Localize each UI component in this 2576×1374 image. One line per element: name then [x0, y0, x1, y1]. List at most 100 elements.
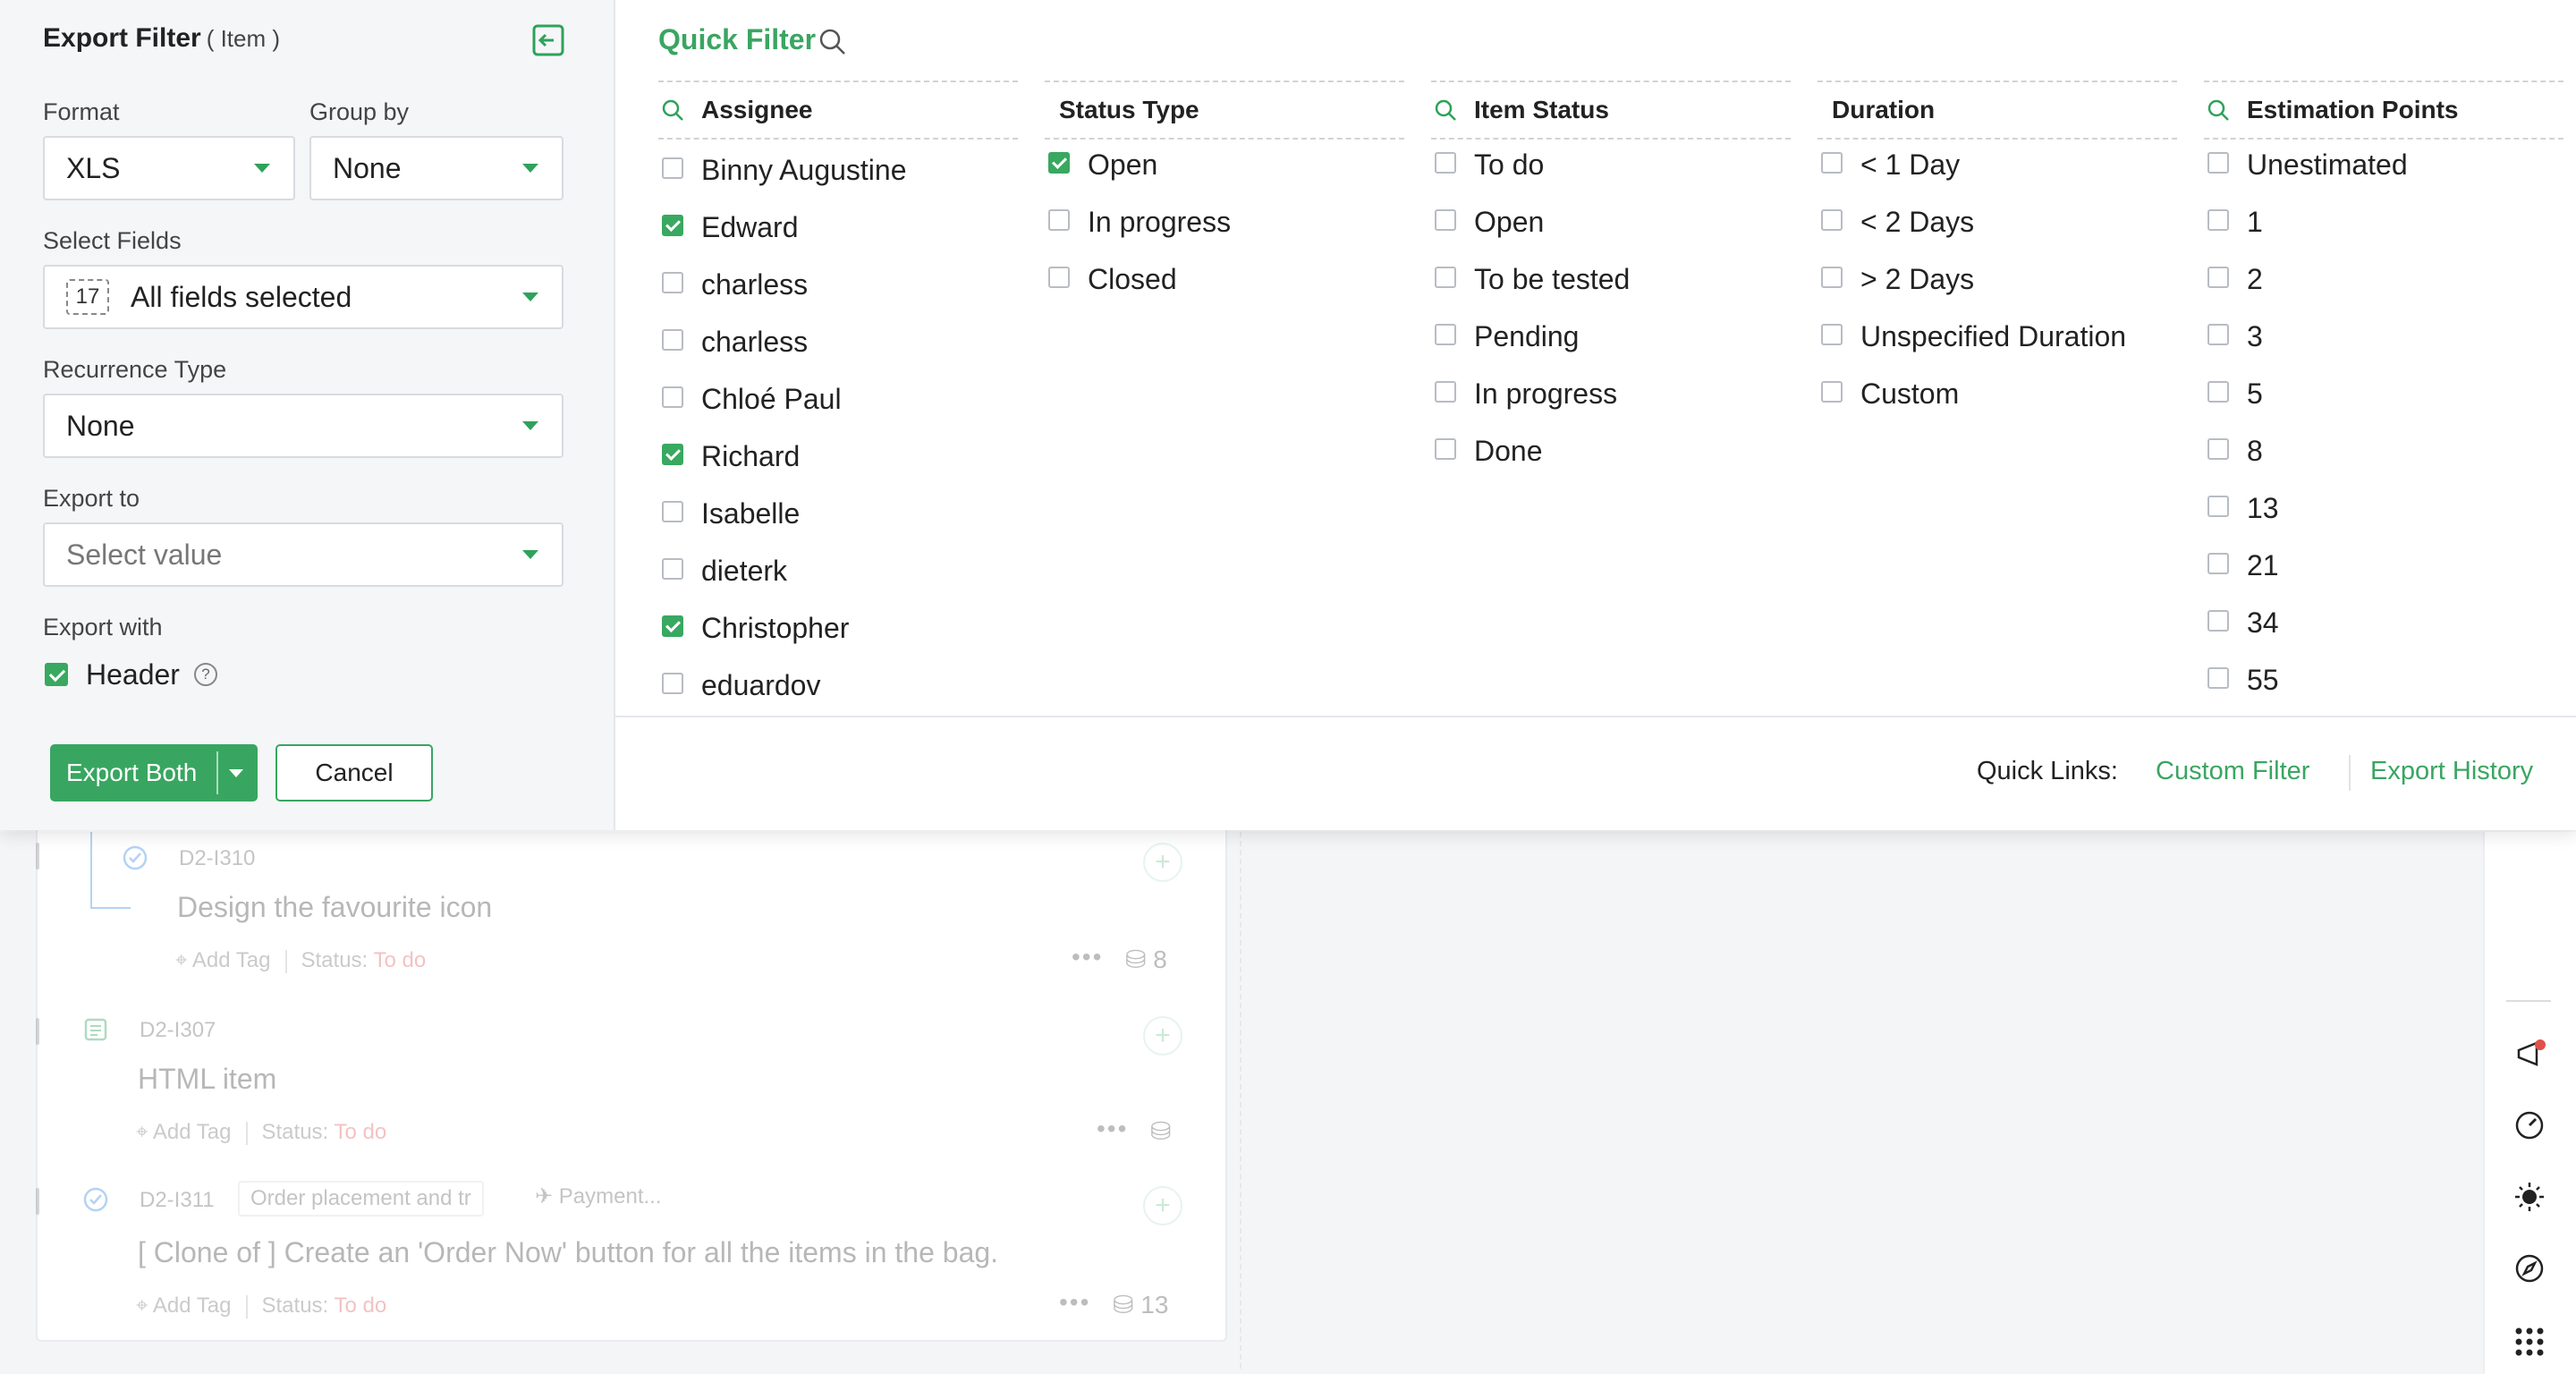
filter-option-checkbox[interactable]	[1821, 152, 1843, 174]
item-drag-handle[interactable]	[36, 1188, 39, 1215]
apps-grid-icon[interactable]	[2512, 1324, 2547, 1360]
status-value[interactable]: To do	[373, 948, 426, 972]
filter-option-checkbox[interactable]	[1435, 324, 1456, 345]
speed-icon[interactable]	[2512, 1107, 2547, 1143]
item-title[interactable]: HTML item	[138, 1063, 276, 1096]
filter-option[interactable]: To do	[1431, 147, 1791, 204]
select-fields-select[interactable]: 17 All fields selected	[43, 265, 564, 329]
filter-option[interactable]: 2	[2204, 261, 2563, 318]
filter-option-checkbox[interactable]	[2207, 267, 2229, 288]
filter-option-checkbox[interactable]	[1821, 324, 1843, 345]
filter-option-checkbox[interactable]	[2207, 324, 2229, 345]
more-options-icon[interactable]: •••	[1097, 1115, 1128, 1143]
header-option[interactable]: Header?	[45, 658, 217, 691]
recurrence-type-select[interactable]: None	[43, 394, 564, 458]
announcement-icon[interactable]	[2512, 1036, 2547, 1072]
filter-option[interactable]: Edward	[658, 209, 1018, 267]
filter-option[interactable]: Closed	[1045, 261, 1404, 318]
filter-option[interactable]: 8	[2204, 433, 2563, 490]
custom-filter-link[interactable]: Custom Filter	[2156, 757, 2309, 786]
more-options-icon[interactable]: •••	[1072, 943, 1103, 971]
filter-option[interactable]: Christopher	[658, 610, 1018, 667]
filter-option-checkbox[interactable]	[1048, 209, 1070, 231]
filter-option[interactable]: Unestimated	[2204, 147, 2563, 204]
filter-option[interactable]: Unspecified Duration	[1818, 318, 2177, 376]
filter-option-checkbox[interactable]	[1435, 209, 1456, 231]
item-title[interactable]: Design the favourite icon	[177, 891, 492, 924]
filter-option-checkbox[interactable]	[1821, 209, 1843, 231]
filter-option-checkbox[interactable]	[2207, 209, 2229, 231]
filter-option-checkbox[interactable]	[2207, 381, 2229, 403]
list-item[interactable]: D2-I311 Order placement and tr ✈ Payment…	[36, 1174, 1227, 1344]
filter-option[interactable]: eduardov	[658, 667, 1018, 714]
filter-option[interactable]: To be tested	[1431, 261, 1791, 318]
status-value[interactable]: To do	[334, 1120, 386, 1144]
filter-option-checkbox[interactable]	[2207, 553, 2229, 574]
column-search-icon[interactable]	[660, 98, 685, 123]
cancel-button[interactable]: Cancel	[275, 744, 433, 802]
filter-option-checkbox[interactable]	[1048, 152, 1070, 174]
filter-option[interactable]: Richard	[658, 438, 1018, 496]
filter-option[interactable]: In progress	[1431, 376, 1791, 433]
add-tag-link[interactable]: Add Tag	[153, 1120, 232, 1144]
filter-option[interactable]: charless	[658, 267, 1018, 324]
filter-option-checkbox[interactable]	[1821, 381, 1843, 403]
export-both-button[interactable]: Export Both	[50, 744, 258, 802]
export-to-select[interactable]: Select value	[43, 522, 564, 587]
filter-option[interactable]: < 2 Days	[1818, 204, 2177, 261]
filter-option-checkbox[interactable]	[662, 501, 683, 522]
add-subitem-button[interactable]: +	[1143, 843, 1182, 882]
filter-option[interactable]: < 1 Day	[1818, 147, 2177, 204]
group-by-select[interactable]: None	[309, 136, 564, 200]
add-subitem-button[interactable]: +	[1143, 1016, 1182, 1056]
filter-option-checkbox[interactable]	[1435, 152, 1456, 174]
filter-option-checkbox[interactable]	[1435, 381, 1456, 403]
filter-option-checkbox[interactable]	[2207, 667, 2229, 689]
filter-option[interactable]: Pending	[1431, 318, 1791, 376]
filter-option[interactable]: Open	[1045, 147, 1404, 204]
filter-option-checkbox[interactable]	[1048, 267, 1070, 288]
filter-option-checkbox[interactable]	[662, 272, 683, 293]
filter-option-checkbox[interactable]	[662, 329, 683, 351]
item-drag-handle[interactable]	[36, 843, 39, 869]
filter-option[interactable]: 5	[2204, 376, 2563, 433]
filter-option-checkbox[interactable]	[662, 673, 683, 694]
column-search-icon[interactable]	[2206, 98, 2231, 123]
add-subitem-button[interactable]: +	[1143, 1186, 1182, 1226]
item-title[interactable]: [ Clone of ] Create an 'Order Now' butto…	[138, 1236, 998, 1269]
list-item[interactable]: D2-I307 HTML item ⌖ Add Tag Status: To do…	[36, 1004, 1227, 1174]
filter-option[interactable]: 13	[2204, 490, 2563, 547]
add-tag-link[interactable]: Add Tag	[153, 1293, 232, 1318]
filter-option-checkbox[interactable]	[662, 215, 683, 236]
filter-option[interactable]: Binny Augustine	[658, 152, 1018, 209]
list-item[interactable]: D2-I310 Design the favourite icon ⌖ Add …	[36, 832, 1227, 1002]
format-select[interactable]: XLS	[43, 136, 295, 200]
epic-chip[interactable]: Order placement and tr	[238, 1181, 484, 1217]
filter-option-checkbox[interactable]	[1435, 438, 1456, 460]
header-checkbox[interactable]	[45, 662, 68, 686]
filter-option-checkbox[interactable]	[662, 444, 683, 465]
add-tag-link[interactable]: Add Tag	[192, 948, 271, 972]
filter-option[interactable]: dieterk	[658, 553, 1018, 610]
feature-chip[interactable]: ✈ Payment...	[524, 1181, 673, 1217]
filter-option-checkbox[interactable]	[2207, 438, 2229, 460]
filter-option[interactable]: > 2 Days	[1818, 261, 2177, 318]
filter-option[interactable]: In progress	[1045, 204, 1404, 261]
filter-option[interactable]: 1	[2204, 204, 2563, 261]
filter-option-checkbox[interactable]	[1821, 267, 1843, 288]
filter-option-checkbox[interactable]	[2207, 610, 2229, 632]
filter-option[interactable]: Custom	[1818, 376, 2177, 433]
filter-option-checkbox[interactable]	[662, 558, 683, 580]
column-search-icon[interactable]	[1433, 98, 1458, 123]
filter-option-checkbox[interactable]	[2207, 152, 2229, 174]
filter-option-checkbox[interactable]	[1435, 267, 1456, 288]
item-drag-handle[interactable]	[36, 1018, 39, 1045]
status-value[interactable]: To do	[334, 1293, 386, 1318]
filter-option-checkbox[interactable]	[2207, 496, 2229, 517]
export-history-link[interactable]: Export History	[2370, 757, 2533, 786]
filter-option[interactable]: Open	[1431, 204, 1791, 261]
export-options-dropdown[interactable]	[229, 769, 243, 777]
help-icon[interactable]: ?	[193, 662, 217, 686]
filter-option-checkbox[interactable]	[662, 386, 683, 408]
filter-option-checkbox[interactable]	[662, 615, 683, 637]
